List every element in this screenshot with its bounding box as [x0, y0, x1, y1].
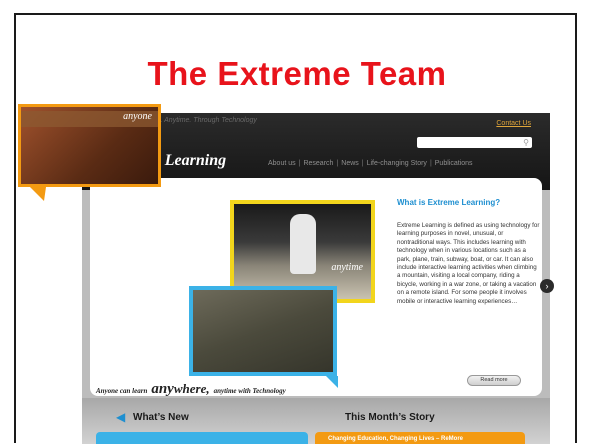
slide-title: The Extreme Team [147, 55, 447, 92]
photo-anyone: anyone [18, 104, 161, 187]
nav-item-about[interactable]: About us [268, 160, 296, 167]
label-anyone: anyone [123, 111, 152, 122]
whats-new-heading: What’s New [133, 412, 189, 423]
story-heading: This Month’s Story [345, 412, 435, 423]
search-icon[interactable]: ⚲ [523, 138, 529, 147]
photo-anyone-tail [30, 187, 46, 201]
nav-item-research[interactable]: Research [303, 160, 333, 167]
nav-item-life-changing-story[interactable]: Life-changing Story [367, 160, 427, 167]
hero-caption: Anyone can learn anywhere, anytime with … [96, 381, 286, 397]
nav-item-news[interactable]: News [341, 160, 359, 167]
info-title: What is Extreme Learning? [397, 198, 501, 207]
search-input[interactable]: ⚲ [417, 137, 532, 148]
read-more-button[interactable]: Read more [467, 375, 521, 386]
contact-us-link[interactable]: Contact Us [496, 120, 531, 127]
main-nav: About us | Research | News | Life-changing Sto… [268, 160, 473, 167]
label-anytime: anytime [331, 262, 363, 273]
photo-anywhere [189, 286, 337, 376]
info-body: Extreme Learning is defined as using tec… [397, 222, 540, 305]
story-subtitle[interactable]: Changing Education, Changing Lives – ReM… [328, 436, 463, 442]
nav-item-publications[interactable]: Publications [435, 160, 473, 167]
arrow-left-icon[interactable]: ◀ [116, 411, 125, 423]
chevron-right-icon[interactable]: › [540, 279, 554, 293]
astronaut-figure [290, 214, 316, 274]
whats-new-bar[interactable] [96, 432, 308, 444]
photo-anywhere-tail [326, 376, 338, 388]
